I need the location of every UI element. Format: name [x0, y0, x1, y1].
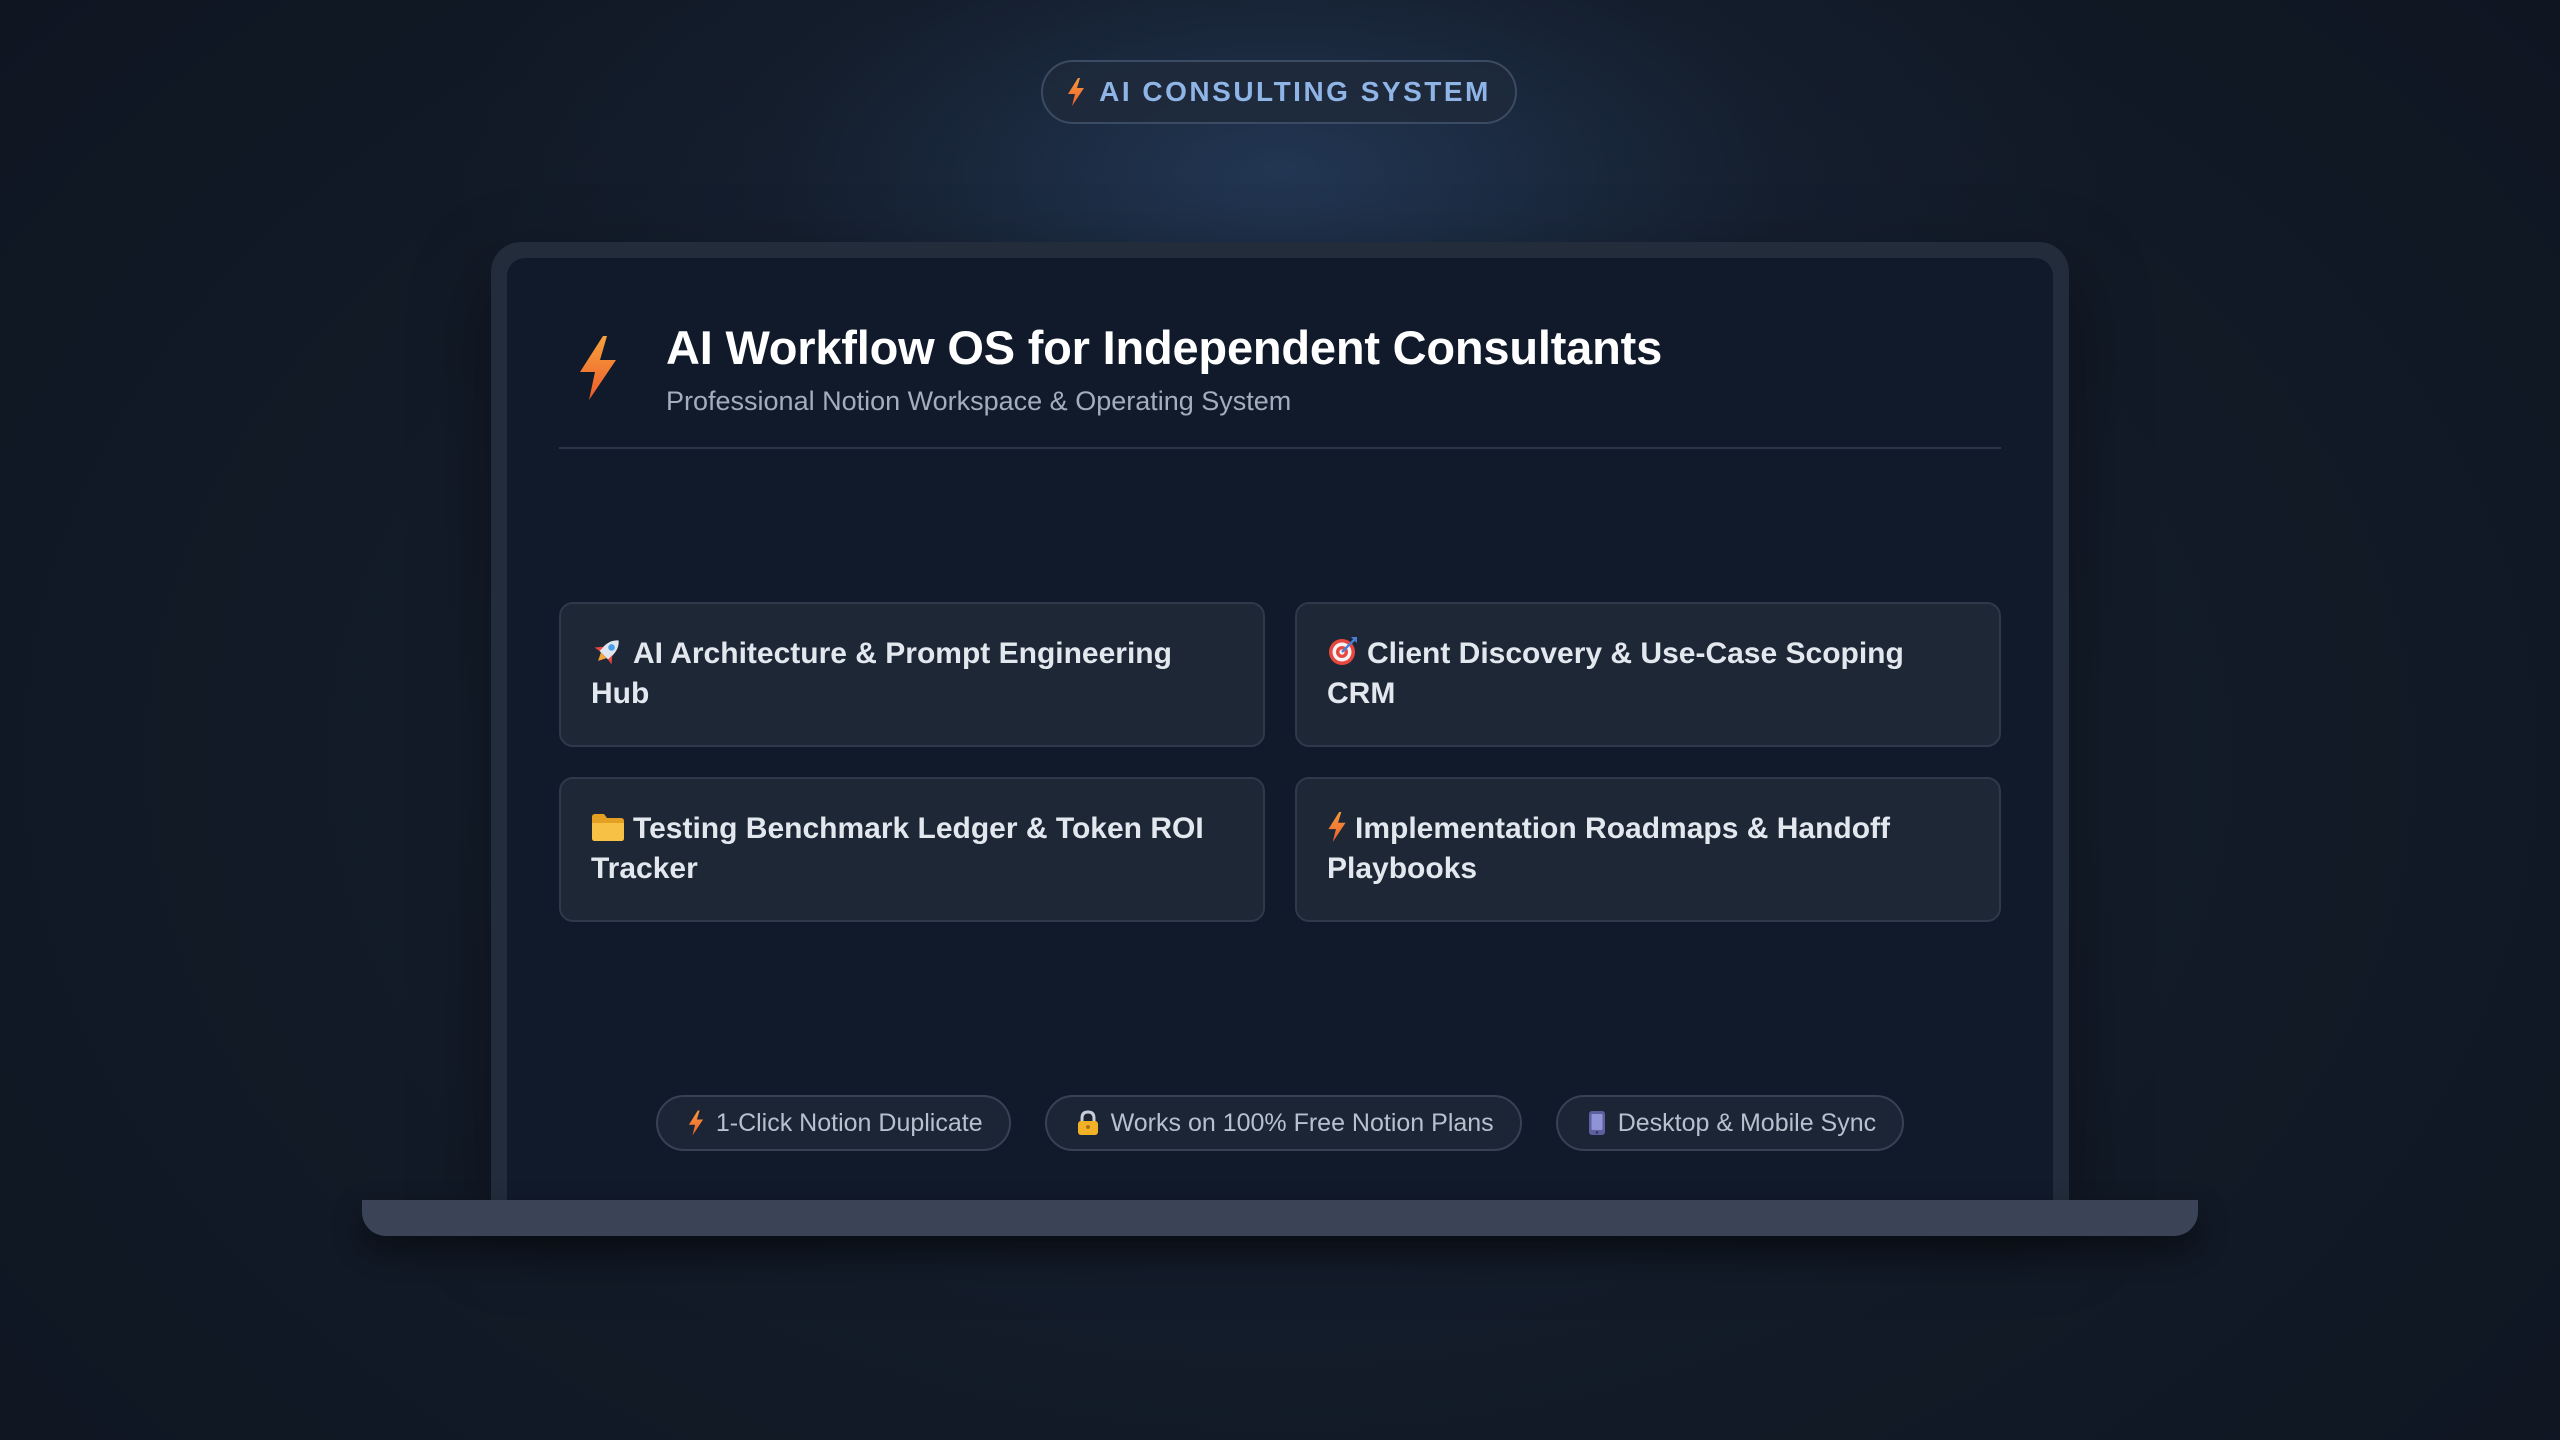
feature-card-label: AI Architecture & Prompt Engineering Hub [591, 637, 1172, 710]
folder-icon [592, 814, 624, 841]
page-title: AI Workflow OS for Independent Consultan… [666, 321, 1663, 374]
feature-card-testing-benchmark[interactable]: Testing Benchmark Ledger & Token ROI Tra… [559, 777, 1265, 922]
category-badge: AI CONSULTING SYSTEM [1041, 60, 1517, 124]
laptop-base [362, 1200, 2198, 1236]
chip-notion-duplicate: 1-Click Notion Duplicate [655, 1095, 1011, 1151]
laptop-frame: AI Workflow OS for Independent Consultan… [491, 242, 2069, 1202]
feature-card-client-discovery[interactable]: Client Discovery & Use-Case Scoping CRM [1295, 602, 2001, 747]
lightning-bolt-icon [1328, 812, 1346, 842]
chip-label: 1-Click Notion Duplicate [715, 1108, 983, 1137]
chip-label: Works on 100% Free Notion Plans [1110, 1108, 1494, 1137]
lightning-bolt-icon [688, 1110, 703, 1136]
feature-card-label: Testing Benchmark Ledger & Token ROI Tra… [591, 812, 1204, 885]
category-badge-label: AI CONSULTING SYSTEM [1099, 76, 1491, 107]
target-icon [1329, 637, 1357, 665]
lightning-bolt-icon [1068, 78, 1085, 106]
header-divider [559, 447, 2001, 449]
feature-card-implementation-roadmaps[interactable]: Implementation Roadmaps & Handoff Playbo… [1295, 777, 2001, 922]
lock-icon [1077, 1110, 1098, 1135]
mobile-phone-icon [1588, 1111, 1605, 1135]
chip-free-notion-plans: Works on 100% Free Notion Plans [1044, 1095, 1522, 1151]
feature-card-label: Client Discovery & Use-Case Scoping CRM [1327, 637, 1904, 710]
page: AI CONSULTING SYSTEM AI Workflow OS for … [0, 0, 2560, 1440]
lightning-bolt-icon [580, 336, 616, 400]
feature-card-label: Implementation Roadmaps & Handoff Playbo… [1327, 812, 1891, 885]
chip-desktop-mobile-sync: Desktop & Mobile Sync [1555, 1095, 1905, 1151]
rocket-icon [594, 640, 619, 665]
feature-chips: 1-Click Notion Duplicate Works on 100% F… [507, 1095, 2053, 1151]
page-subtitle: Professional Notion Workspace & Operatin… [666, 386, 1292, 416]
chip-label: Desktop & Mobile Sync [1617, 1108, 1877, 1137]
laptop-screen: AI Workflow OS for Independent Consultan… [507, 258, 2053, 1202]
feature-card-ai-architecture[interactable]: AI Architecture & Prompt Engineering Hub [559, 602, 1265, 747]
